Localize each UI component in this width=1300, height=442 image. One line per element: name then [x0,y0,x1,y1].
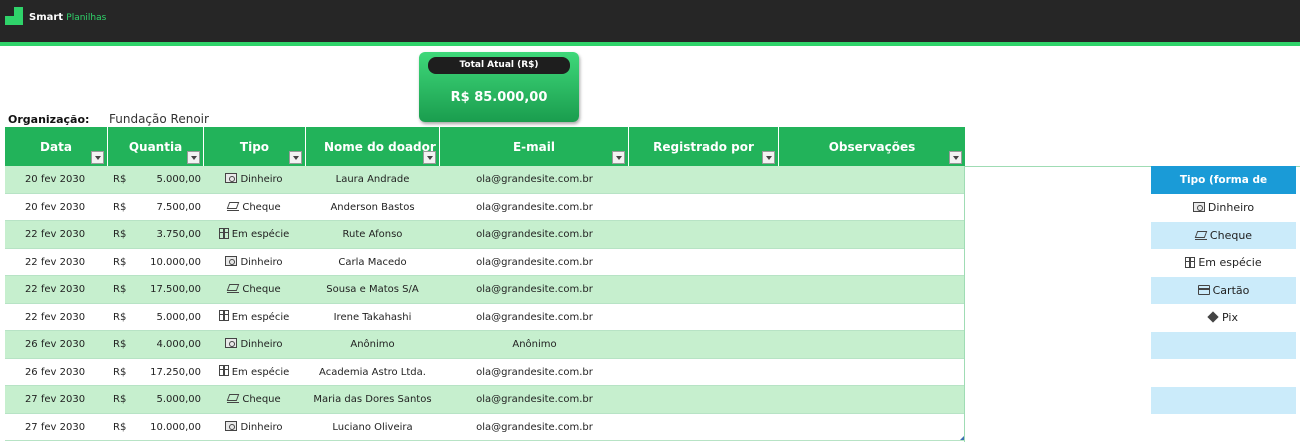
total-value: R$ 85.000,00 [450,90,548,105]
bill-icon [225,420,238,431]
payment-type-item[interactable] [1151,386,1296,414]
check-icon [227,283,240,293]
table-row[interactable]: 22 fev 2030 R$ 17.500,00 Cheque Sousa e … [5,276,965,304]
bill-icon [225,173,238,183]
payment-type-item[interactable]: Cheque [1151,221,1296,249]
table-header: Data Quantia Tipo Nome do doador E-mail … [5,127,965,166]
gift-icon [218,310,229,321]
table-resize-handle[interactable] [960,436,964,440]
logo-icon [5,7,25,27]
organization-label: Organização: [8,113,90,126]
payment-type-item[interactable]: Cartão [1151,276,1296,304]
payment-type-item[interactable]: Dinheiro [1151,194,1296,222]
table-row[interactable]: 22 fev 2030 R$ 3.750,00 Em espécie Rute … [5,221,965,249]
column-header-registrado[interactable]: Registrado por [629,127,779,166]
card-icon [1197,284,1210,295]
check-icon [1194,230,1207,240]
check-icon [227,201,240,211]
check-icon [227,393,240,403]
column-header-tipo[interactable]: Tipo [204,127,306,166]
gift-icon [1185,256,1196,268]
table-row[interactable]: 20 fev 2030 R$ 7.500,00 Cheque Anderson … [5,193,965,221]
column-header-nome[interactable]: Nome do doador [306,127,440,166]
total-card: Total Atual (R$) R$ 85.000,00 [419,52,579,122]
filter-dropdown-icon[interactable] [762,151,775,164]
column-header-data[interactable]: Data [5,127,108,166]
table-row[interactable]: 26 fev 2030 R$ 17.250,00 Em espécie Acad… [5,358,965,386]
column-header-observacoes[interactable]: Observações [779,127,965,166]
total-label: Total Atual (R$) [428,57,570,74]
filter-dropdown-icon[interactable] [612,151,625,164]
column-header-email[interactable]: E-mail [440,127,629,166]
table-row[interactable]: 27 fev 2030 R$ 10.000,00 Dinheiro Lucian… [5,413,965,441]
table-row[interactable]: 22 fev 2030 R$ 5.000,00 Em espécie Irene… [5,303,965,331]
filter-dropdown-icon[interactable] [91,151,104,164]
top-bar: Smart Planilhas [0,0,1300,42]
bill-icon [225,338,238,348]
payment-type-item[interactable]: Pix [1151,304,1296,332]
payment-type-item[interactable] [1151,359,1296,387]
bill-icon [1192,202,1205,212]
filter-dropdown-icon[interactable] [949,151,962,164]
brand-name: Smart Planilhas [29,12,107,23]
column-header-quantia[interactable]: Quantia [108,127,204,166]
payment-type-item[interactable]: Em espécie [1151,249,1296,277]
table-row[interactable]: 20 fev 2030 R$ 5.000,00 Dinheiro Laura A… [5,166,965,194]
gift-icon [218,365,229,376]
table-row[interactable]: 26 fev 2030 R$ 4.000,00 Dinheiro Anônimo… [5,331,965,359]
table-row[interactable]: 27 fev 2030 R$ 5.000,00 Cheque Maria das… [5,386,965,414]
table-row[interactable]: 22 fev 2030 R$ 10.000,00 Dinheiro Carla … [5,248,965,276]
bill-icon [225,255,238,266]
organization-value[interactable]: Fundação Renoir [109,112,209,126]
table-border [964,166,965,442]
pix-icon [1207,311,1219,323]
filter-dropdown-icon[interactable] [423,151,436,164]
top-accent-line [0,42,1300,46]
filter-dropdown-icon[interactable] [187,151,200,164]
filter-dropdown-icon[interactable] [289,151,302,164]
payment-types-header: Tipo (forma de pagamento) [1151,166,1296,214]
gift-icon [218,227,229,239]
payment-type-item[interactable] [1151,331,1296,359]
